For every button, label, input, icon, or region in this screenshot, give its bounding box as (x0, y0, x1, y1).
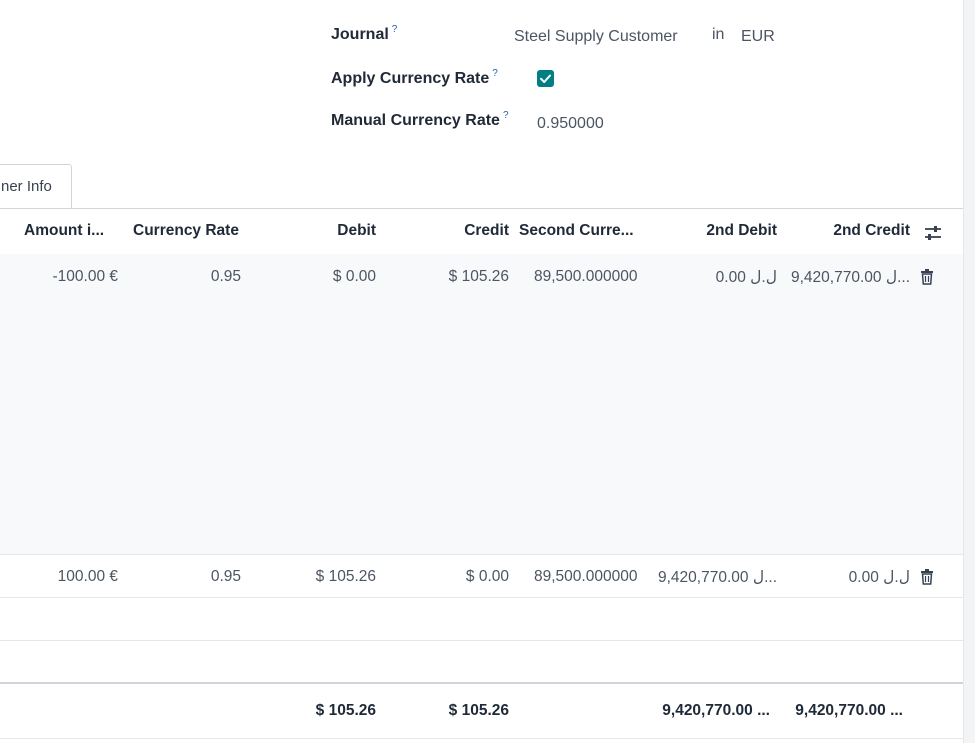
optional-columns-icon[interactable] (923, 223, 943, 243)
manual-currency-rate-label: Manual Currency Rate? (331, 110, 509, 129)
manual-currency-rate-field[interactable]: 0.950000 (537, 115, 604, 133)
cell-2nd-credit[interactable]: 9,420,770.00 ل... (787, 268, 910, 287)
tab-divider (0, 208, 963, 209)
cell-currency-rate[interactable]: 0.95 (141, 568, 241, 586)
column-header-currency-rate[interactable]: Currency Rate (133, 222, 239, 240)
trash-icon[interactable] (920, 569, 934, 585)
cell-second-currency[interactable]: 89,500.000000 (534, 268, 637, 286)
cell-2nd-debit[interactable]: 0.00 ل.ل (657, 268, 777, 287)
cell-second-currency[interactable]: 89,500.000000 (534, 568, 637, 586)
total-2nd-credit: 9,420,770.00 ... (795, 702, 903, 719)
cell-debit[interactable]: $ 0.00 (276, 268, 376, 286)
cell-currency-rate[interactable]: 0.95 (141, 268, 241, 286)
cell-2nd-debit[interactable]: 9,420,770.00 ل... (650, 568, 777, 587)
check-icon (540, 74, 551, 83)
cell-2nd-credit[interactable]: 0.00 ل.ل (790, 568, 910, 587)
help-icon[interactable]: ? (503, 110, 509, 121)
total-credit: $ 105.26 (448, 702, 509, 719)
scrollbar[interactable] (963, 0, 975, 743)
apply-currency-rate-checkbox[interactable] (537, 70, 554, 87)
column-header-debit[interactable]: Debit (276, 222, 376, 240)
table-row[interactable] (0, 254, 963, 554)
footer-divider (0, 738, 963, 739)
total-debit: $ 105.26 (315, 702, 376, 719)
apply-currency-rate-label: Apply Currency Rate? (331, 68, 498, 87)
total-2nd-debit: 9,420,770.00 ... (662, 702, 770, 719)
empty-row (0, 641, 963, 682)
column-header-amount[interactable]: Amount i... (24, 222, 104, 240)
row-divider (0, 554, 963, 555)
tab-other-info[interactable]: ner Info (0, 164, 72, 209)
help-icon[interactable]: ? (492, 68, 498, 79)
journal-in-text: in (712, 26, 725, 43)
cell-amount[interactable]: -100.00 € (0, 268, 119, 286)
totals-divider (0, 682, 963, 684)
journal-label: Journal? (331, 24, 398, 43)
trash-icon[interactable] (920, 269, 934, 285)
column-header-second-currency[interactable]: Second Curre... (519, 222, 634, 240)
empty-row (0, 598, 963, 640)
cell-debit[interactable]: $ 105.26 (276, 568, 376, 586)
cell-amount[interactable]: 100.00 € (0, 568, 118, 586)
column-header-2nd-credit[interactable]: 2nd Credit (790, 222, 910, 240)
cell-credit[interactable]: $ 0.00 (409, 568, 509, 586)
journal-field[interactable]: Steel Supply Customer (514, 28, 684, 46)
cell-credit[interactable]: $ 105.26 (409, 268, 509, 286)
column-header-credit[interactable]: Credit (409, 222, 509, 240)
journal-currency-field[interactable]: EUR (741, 28, 775, 46)
column-header-2nd-debit[interactable]: 2nd Debit (657, 222, 777, 240)
help-icon[interactable]: ? (392, 24, 398, 35)
tab-other-info-label: ner Info (1, 178, 52, 195)
